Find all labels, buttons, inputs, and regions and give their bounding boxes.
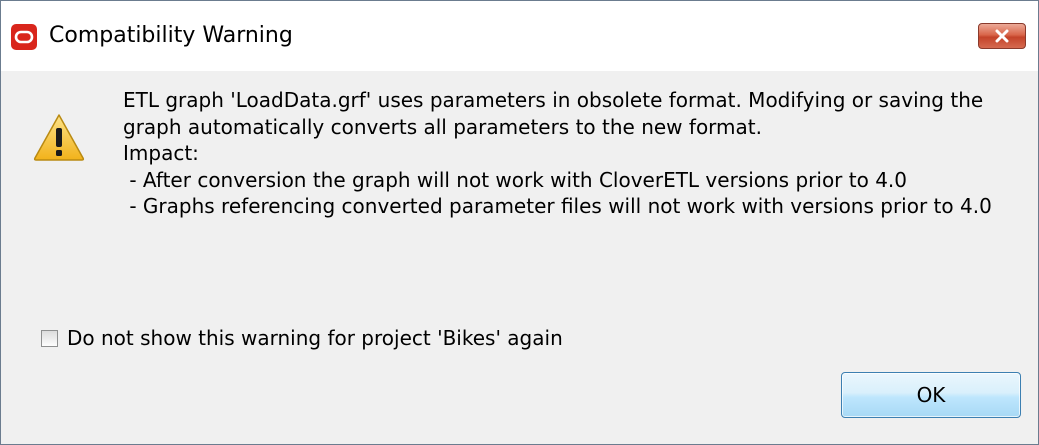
dont-show-again-row[interactable]: Do not show this warning for project 'Bi… [41, 325, 563, 351]
ok-button[interactable]: OK [841, 372, 1021, 418]
message-line: - After conversion the graph will not wo… [123, 167, 907, 192]
dont-show-again-label[interactable]: Do not show this warning for project 'Bi… [67, 326, 563, 350]
close-icon [995, 29, 1009, 43]
dialog-body: ETL graph 'LoadData.grf' uses parameters… [1, 71, 1038, 444]
warning-icon [33, 114, 85, 161]
close-button[interactable] [978, 23, 1026, 49]
warning-message: ETL graph 'LoadData.grf' uses parameters… [123, 87, 1028, 220]
dialog-title: Compatibility Warning [49, 23, 293, 48]
dont-show-again-checkbox[interactable] [41, 329, 58, 347]
compatibility-warning-dialog: Compatibility Warning ETL graph 'LoadDat… [0, 0, 1039, 445]
message-line: - Graphs referencing converted parameter… [123, 194, 992, 218]
message-line: ETL graph 'LoadData.grf' uses parameters… [123, 88, 990, 139]
oracle-logo-icon [11, 24, 37, 50]
message-line: Impact: [123, 141, 199, 165]
title-bar[interactable]: Compatibility Warning [1, 1, 1038, 71]
